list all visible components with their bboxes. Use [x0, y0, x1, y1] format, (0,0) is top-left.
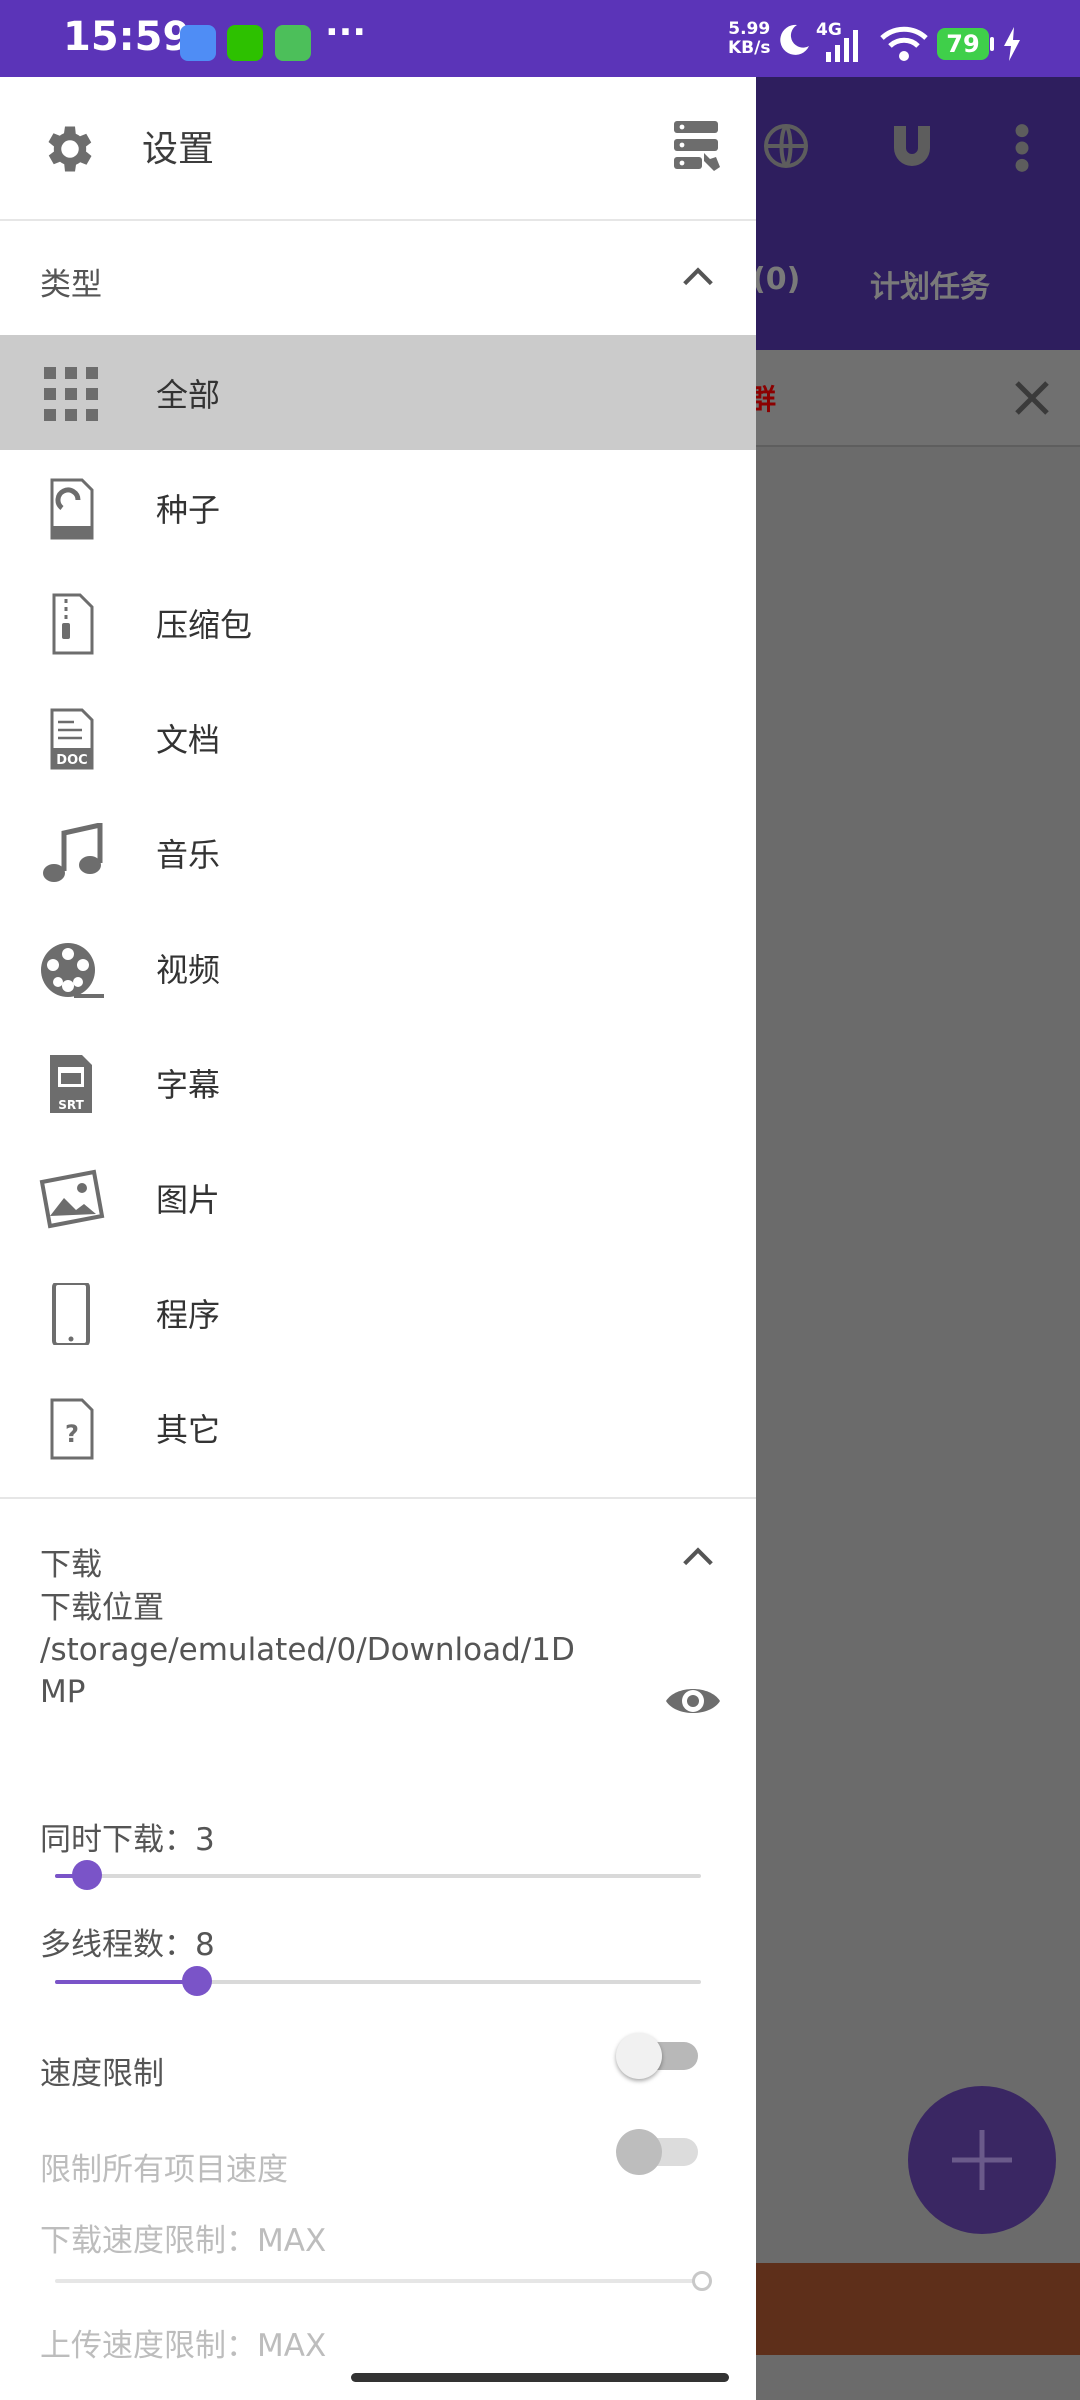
- signal-icon: [826, 30, 858, 62]
- unknown-file-icon: ?: [50, 1398, 94, 1460]
- type-item-label: 压缩包: [156, 606, 253, 644]
- battery-icon: 79: [937, 28, 989, 60]
- tab-partial[interactable]: (0): [752, 262, 800, 297]
- threads-slider[interactable]: [55, 1966, 701, 1996]
- grid-icon: [44, 367, 98, 421]
- net-speed-unit: KB/s: [728, 38, 771, 58]
- slider-thumb[interactable]: [182, 1966, 213, 1996]
- image-icon: [39, 1169, 105, 1229]
- type-item-label: 程序: [156, 1296, 221, 1334]
- add-download-button[interactable]: [908, 2086, 1056, 2234]
- chevron-up-icon[interactable]: [678, 257, 718, 297]
- globe-icon[interactable]: [762, 122, 810, 170]
- type-item-all[interactable]: 全部: [0, 335, 756, 450]
- speed-limit-toggle[interactable]: [616, 2033, 700, 2079]
- limit-all-toggle[interactable]: [616, 2129, 700, 2175]
- type-item-subtitle[interactable]: SRT 字幕: [0, 1025, 756, 1140]
- type-item-video[interactable]: 视频: [0, 910, 756, 1025]
- tool-app-icon: [275, 25, 311, 61]
- speed-limit-label: 速度限制: [40, 2056, 164, 2092]
- type-item-document[interactable]: DOC 文档: [0, 680, 756, 795]
- download-speed-limit-label: 下载速度限制：MAX: [40, 2223, 327, 2259]
- archive-icon: [52, 593, 94, 655]
- status-bar: 15:59 ··· 5.99 KB/s 4G 79: [0, 0, 1080, 77]
- film-reel-icon: [41, 943, 104, 998]
- server-settings-icon[interactable]: [672, 119, 724, 175]
- music-icon: [43, 823, 103, 882]
- more-notifications-icon: ···: [325, 12, 367, 53]
- wifi-icon: [880, 26, 928, 61]
- eye-icon[interactable]: [664, 1681, 722, 1721]
- net-speed: 5.99 KB/s: [728, 20, 770, 58]
- type-item-label: 字幕: [156, 1066, 221, 1104]
- drawer-title[interactable]: 设置: [142, 120, 214, 172]
- type-item-archive[interactable]: 压缩包: [0, 565, 756, 680]
- drawer-header: 设置: [0, 77, 756, 221]
- section-divider: [0, 1497, 756, 1499]
- magnet-icon[interactable]: [888, 122, 936, 174]
- home-indicator[interactable]: [351, 2373, 729, 2382]
- gear-icon[interactable]: [40, 119, 100, 179]
- slider-thumb[interactable]: [692, 2271, 712, 2291]
- upload-speed-limit-label: 上传速度限制：MAX: [40, 2328, 327, 2364]
- type-item-label: 视频: [156, 951, 221, 989]
- download-speed-slider[interactable]: [55, 2271, 712, 2291]
- limit-all-label: 限制所有项目速度: [40, 2152, 288, 2188]
- svg-text:DOC: DOC: [56, 753, 87, 768]
- type-item-label: 其它: [156, 1411, 221, 1449]
- slider-fill: [55, 1980, 198, 1984]
- slider-thumb[interactable]: [72, 1860, 103, 1890]
- type-item-label: 种子: [156, 491, 221, 529]
- concurrent-downloads-label: 同时下载：3: [40, 1822, 215, 1858]
- type-item-other[interactable]: ? 其它: [0, 1370, 756, 1485]
- section-title-type: 类型: [40, 267, 102, 303]
- plus-icon: [952, 2130, 1012, 2190]
- net-speed-value: 5.99: [728, 19, 771, 39]
- type-item-label: 文档: [156, 721, 221, 759]
- phone-app-icon: [52, 1283, 90, 1345]
- type-item-program[interactable]: 程序: [0, 1255, 756, 1370]
- toggle-thumb: [616, 2129, 662, 2175]
- download-location-label: 下载位置: [40, 1590, 164, 1626]
- status-time: 15:59: [63, 14, 191, 60]
- download-location-path[interactable]: /storage/emulated/0/Download/1DMP: [40, 1629, 600, 1713]
- gallery-app-icon: [180, 25, 216, 61]
- chevron-up-icon[interactable]: [678, 1537, 718, 1577]
- battery-level: 79: [946, 30, 980, 58]
- tab-scheduled-tasks[interactable]: 计划任务: [870, 262, 990, 306]
- type-item-music[interactable]: 音乐: [0, 795, 756, 910]
- type-item-label: 全部: [156, 376, 221, 414]
- type-item-label: 图片: [156, 1181, 221, 1219]
- battery-nub: [990, 37, 994, 51]
- moon-icon: [780, 24, 809, 55]
- navigation-drawer: 设置 类型 全部 种子 压缩包 DOC 文档 音乐 视频 SRT 字幕 图片 程…: [0, 77, 756, 2400]
- section-title-download: 下载: [40, 1547, 102, 1583]
- type-item-image[interactable]: 图片: [0, 1140, 756, 1255]
- svg-text:SRT: SRT: [58, 1098, 84, 1112]
- charging-icon: [1004, 27, 1020, 61]
- type-item-torrent[interactable]: 种子: [0, 450, 756, 565]
- wechat-icon: [227, 25, 263, 61]
- toggle-thumb: [616, 2033, 662, 2079]
- subtitle-icon: SRT: [50, 1055, 92, 1113]
- threads-label: 多线程数：8: [40, 1927, 215, 1963]
- torrent-icon: [50, 478, 94, 540]
- svg-text:?: ?: [65, 1420, 79, 1448]
- type-item-label: 音乐: [156, 836, 221, 874]
- overflow-menu-icon[interactable]: [1012, 122, 1032, 174]
- concurrent-downloads-slider[interactable]: [55, 1860, 701, 1890]
- document-icon: DOC: [50, 708, 94, 770]
- close-icon[interactable]: [1012, 378, 1052, 418]
